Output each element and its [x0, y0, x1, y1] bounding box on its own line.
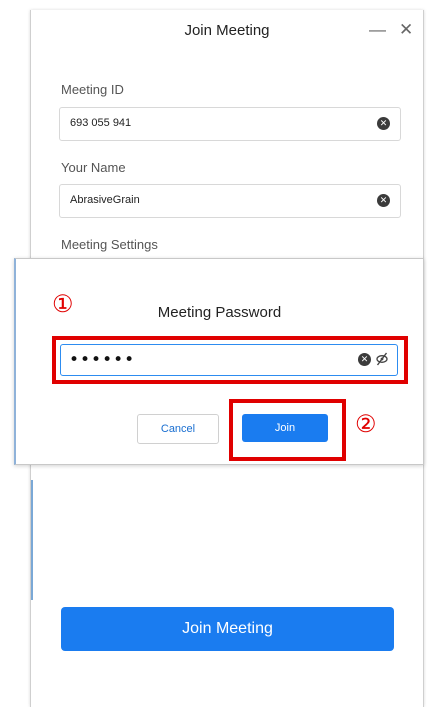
- meeting-id-field[interactable]: 693 055 941 ✕: [59, 107, 401, 141]
- window-title: Join Meeting: [184, 22, 270, 39]
- dialog-title: Meeting Password: [157, 304, 282, 321]
- cancel-button[interactable]: Cancel: [137, 414, 219, 444]
- join-meeting-button[interactable]: Join Meeting: [61, 607, 394, 651]
- meeting-settings-label: Meeting Settings: [61, 237, 158, 252]
- your-name-field[interactable]: AbrasiveGrain ✕: [59, 184, 401, 218]
- close-button[interactable]: ✕: [399, 20, 413, 40]
- clear-icon[interactable]: ✕: [377, 117, 390, 130]
- window-edge-accent: [31, 480, 33, 600]
- annotation-marker-2: ②: [355, 410, 377, 438]
- annotation-marker-1: ①: [52, 290, 74, 318]
- meeting-id-value: 693 055 941: [70, 117, 132, 129]
- clear-icon[interactable]: ✕: [377, 194, 390, 207]
- annotation-box-join: [229, 399, 346, 461]
- annotation-box-password: [52, 336, 408, 384]
- meeting-id-label: Meeting ID: [61, 82, 124, 97]
- your-name-value: AbrasiveGrain: [70, 194, 140, 206]
- minimize-button[interactable]: —: [369, 20, 386, 40]
- title-bar: Join Meeting — ✕: [31, 10, 423, 54]
- your-name-label: Your Name: [61, 160, 126, 175]
